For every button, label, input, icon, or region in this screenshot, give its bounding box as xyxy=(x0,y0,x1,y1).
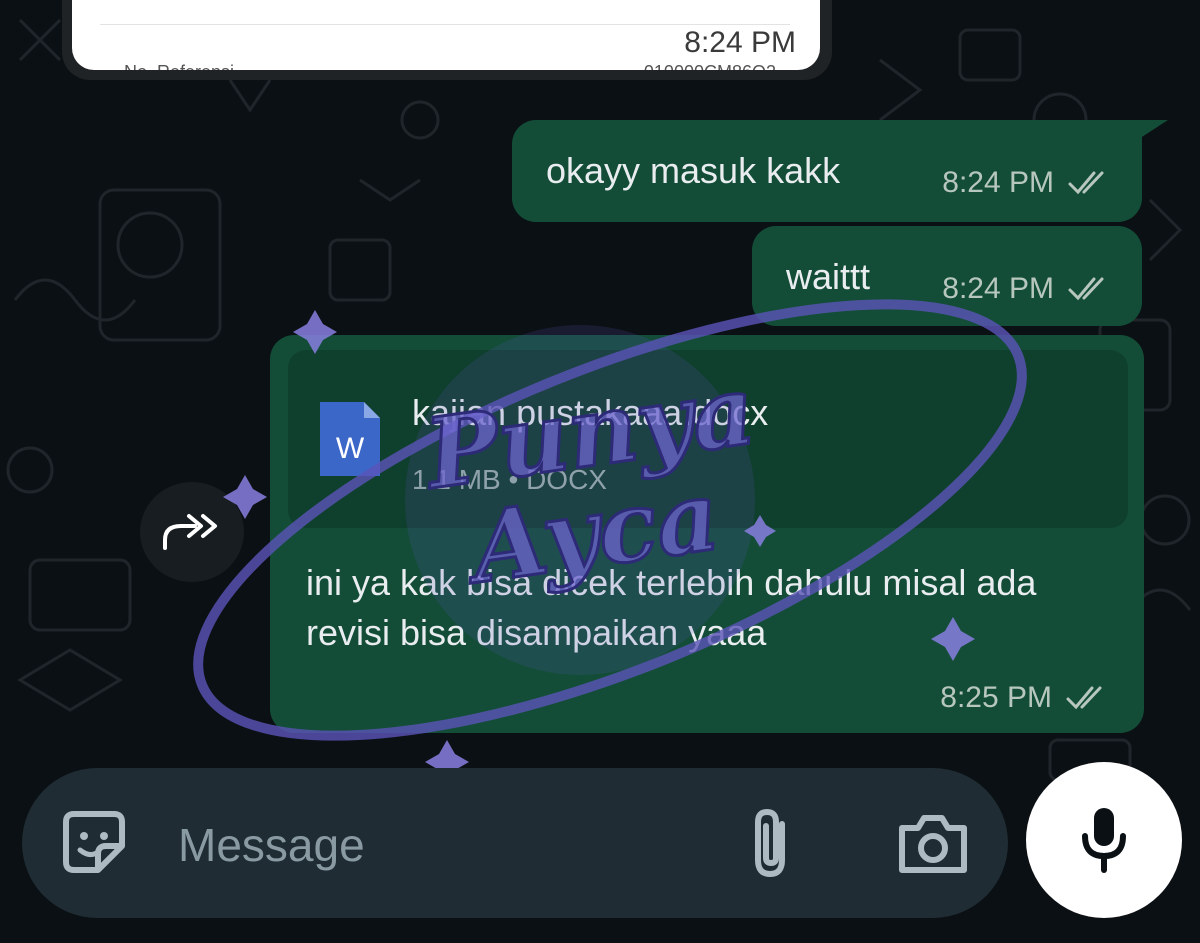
forward-button[interactable] xyxy=(140,482,244,582)
message-time: 8:24 PM xyxy=(942,272,1054,305)
message-meta: 8:24 PM xyxy=(942,166,1112,200)
outgoing-message[interactable]: okayy masuk kakk 8:24 PM xyxy=(512,120,1142,222)
camera-icon[interactable] xyxy=(896,812,970,876)
voice-message-button[interactable] xyxy=(1026,762,1182,918)
word-doc-icon: W xyxy=(320,402,380,476)
paperclip-icon[interactable] xyxy=(742,806,802,882)
message-text: waittt xyxy=(786,256,871,297)
message-text: okayy masuk kakk xyxy=(546,150,841,191)
message-meta: 8:25 PM xyxy=(940,681,1110,715)
double-check-icon xyxy=(1068,277,1104,301)
receipt-divider xyxy=(100,24,790,25)
message-time: 8:24 PM xyxy=(942,166,1054,199)
double-check-icon xyxy=(1066,686,1102,710)
bubble-tail xyxy=(1128,120,1168,146)
message-meta: 8:24 PM xyxy=(942,272,1112,306)
message-text: ini ya kak bisa dicek terlebih dahulu mi… xyxy=(306,562,1037,654)
outgoing-message[interactable]: waittt 8:24 PM xyxy=(752,226,1142,326)
document-meta: 1.1 MB • DOCX xyxy=(412,464,607,495)
document-name: kajian pustakaaa.docx xyxy=(412,392,769,433)
double-check-icon xyxy=(1068,171,1104,195)
document-attachment[interactable] xyxy=(288,350,1128,528)
microphone-icon xyxy=(1082,808,1126,873)
forward-icon xyxy=(163,514,217,550)
message-input[interactable] xyxy=(176,812,700,878)
reference-label: No. Referensi xyxy=(124,62,234,70)
reference-value: 010000CM86O2 xyxy=(644,62,776,70)
message-time: 8:24 PM xyxy=(684,26,796,59)
doc-icon-letter: W xyxy=(336,432,365,465)
receipt-card: 8:24 PM No. Referensi 010000CM86O2 xyxy=(72,0,820,70)
message-time: 8:25 PM xyxy=(940,681,1052,714)
received-receipt-message[interactable]: 8:24 PM No. Referensi 010000CM86O2 xyxy=(62,0,832,80)
sticker-icon[interactable] xyxy=(58,806,130,878)
